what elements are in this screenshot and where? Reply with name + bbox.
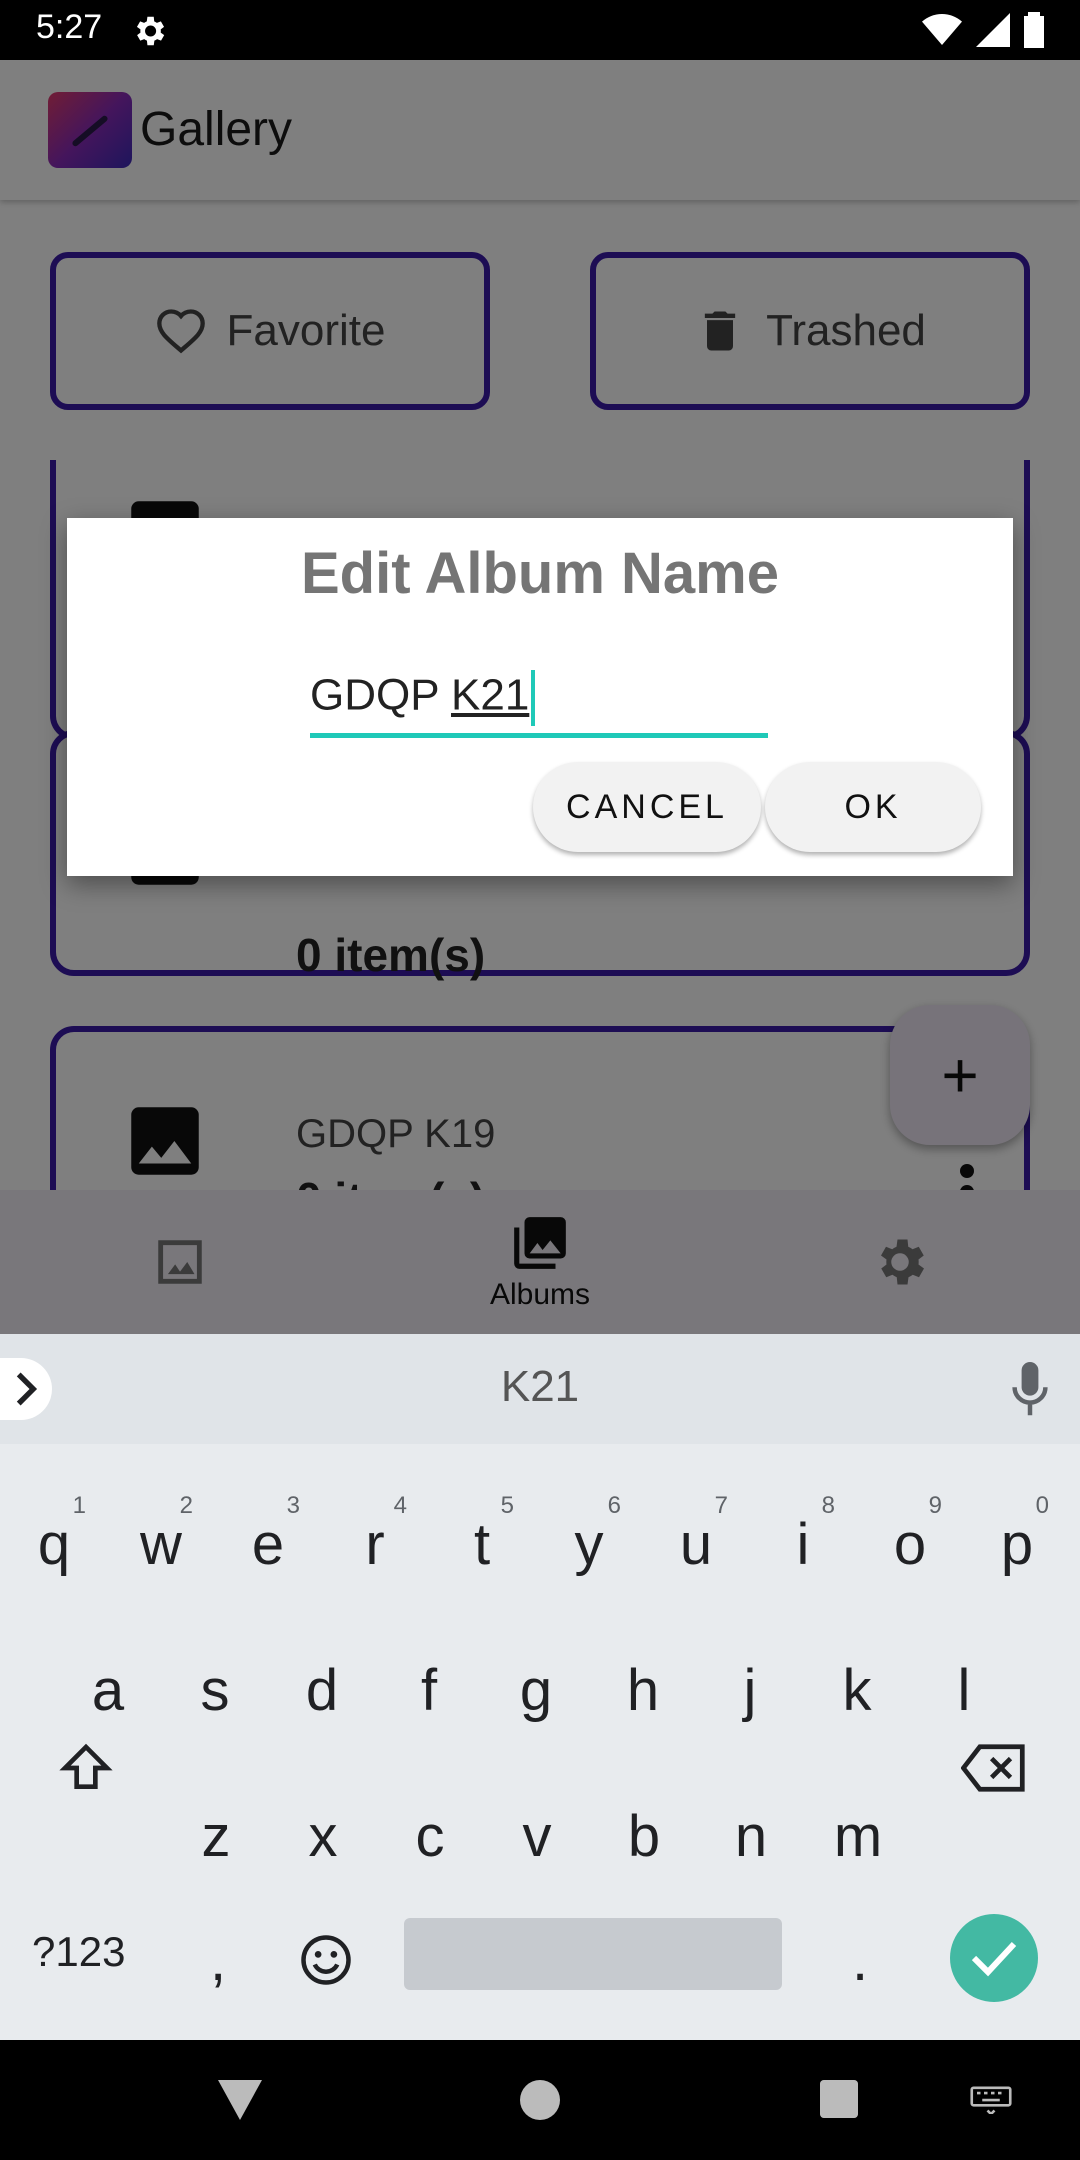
key-label: b bbox=[627, 1803, 661, 1869]
key-i[interactable]: i8 bbox=[753, 1484, 853, 1604]
key-f[interactable]: f bbox=[379, 1630, 479, 1750]
key-hint: 8 bbox=[821, 1492, 835, 1519]
key-label: j bbox=[743, 1657, 757, 1723]
text-cursor bbox=[531, 670, 536, 726]
space-key[interactable] bbox=[404, 1918, 782, 1990]
key-label: n bbox=[734, 1803, 768, 1869]
keyboard-switch-icon[interactable] bbox=[970, 2086, 1012, 2114]
key-label: g bbox=[519, 1657, 553, 1723]
microphone-icon[interactable] bbox=[1010, 1362, 1050, 1418]
key-c[interactable]: c bbox=[380, 1776, 480, 1896]
key-hint: 4 bbox=[393, 1492, 407, 1519]
input-prefix: GDQP bbox=[310, 670, 452, 720]
key-o[interactable]: o9 bbox=[860, 1484, 960, 1604]
key-label: x bbox=[308, 1803, 338, 1869]
emoji-icon bbox=[301, 1935, 351, 1985]
battery-icon bbox=[1024, 12, 1044, 48]
key-v[interactable]: v bbox=[487, 1776, 587, 1896]
key-q[interactable]: q1 bbox=[4, 1484, 104, 1604]
key-label: w bbox=[140, 1511, 182, 1577]
wifi-icon bbox=[922, 14, 962, 45]
key-d[interactable]: d bbox=[272, 1630, 372, 1750]
settings-gear-icon bbox=[136, 16, 165, 46]
key-k[interactable]: k bbox=[807, 1630, 907, 1750]
key-g[interactable]: g bbox=[486, 1630, 586, 1750]
backspace-icon bbox=[961, 1744, 1025, 1792]
key-label: u bbox=[679, 1511, 713, 1577]
signal-icon bbox=[976, 13, 1010, 47]
key-label: s bbox=[200, 1657, 230, 1723]
album-name-input[interactable]: GDQP K21 bbox=[310, 648, 768, 738]
suggestion-strip: K21 bbox=[0, 1334, 1080, 1444]
shift-key[interactable] bbox=[36, 1708, 136, 1828]
key-label: t bbox=[473, 1511, 491, 1577]
key-label: m bbox=[833, 1803, 883, 1869]
key-label: o bbox=[893, 1511, 927, 1577]
symbols-key[interactable]: ?123 bbox=[32, 1928, 125, 1976]
key-m[interactable]: m bbox=[808, 1776, 908, 1896]
key-hint: 2 bbox=[179, 1492, 193, 1519]
key-u[interactable]: u7 bbox=[646, 1484, 746, 1604]
key-hint: 9 bbox=[928, 1492, 942, 1519]
backspace-key[interactable] bbox=[944, 1708, 1044, 1828]
status-bar: 5:27 bbox=[0, 0, 1080, 60]
key-label: d bbox=[305, 1657, 339, 1723]
key-z[interactable]: z bbox=[166, 1776, 266, 1896]
ok-button[interactable]: OK bbox=[765, 762, 981, 852]
checkmark-icon bbox=[971, 1941, 1017, 1977]
system-navigation-bar bbox=[0, 2040, 1080, 2160]
key-label: h bbox=[626, 1657, 660, 1723]
key-hint: 0 bbox=[1035, 1492, 1049, 1519]
status-time: 5:27 bbox=[36, 8, 103, 46]
key-label: z bbox=[201, 1803, 231, 1869]
key-s[interactable]: s bbox=[165, 1630, 265, 1750]
key-hint: 3 bbox=[286, 1492, 300, 1519]
shift-icon bbox=[59, 1743, 113, 1789]
key-x[interactable]: x bbox=[273, 1776, 373, 1896]
emoji-key[interactable] bbox=[276, 1900, 376, 2020]
dialog-title: Edit Album Name bbox=[300, 541, 780, 606]
key-p[interactable]: p0 bbox=[967, 1484, 1067, 1604]
key-h[interactable]: h bbox=[593, 1630, 693, 1750]
home-circle-icon[interactable] bbox=[520, 2080, 560, 2120]
recents-square-icon[interactable] bbox=[820, 2080, 858, 2118]
key-j[interactable]: j bbox=[700, 1630, 800, 1750]
key-hint: 5 bbox=[500, 1492, 514, 1519]
key-label: v bbox=[522, 1803, 552, 1869]
key-label: r bbox=[365, 1511, 385, 1577]
key-label: c bbox=[415, 1803, 445, 1869]
key-r[interactable]: r4 bbox=[325, 1484, 425, 1604]
key-hint: 7 bbox=[714, 1492, 728, 1519]
status-icons bbox=[922, 12, 1044, 48]
key-b[interactable]: b bbox=[594, 1776, 694, 1896]
key-label: e bbox=[251, 1511, 285, 1577]
back-triangle-icon[interactable] bbox=[218, 2080, 262, 2120]
key-hint: 1 bbox=[72, 1492, 86, 1519]
soft-keyboard: K21 q1w2e3r4t5y6u7i8o9p0 asdfghjkl zxcvb… bbox=[0, 1334, 1080, 2040]
key-n[interactable]: n bbox=[701, 1776, 801, 1896]
key-e[interactable]: e3 bbox=[218, 1484, 318, 1604]
key-label: p bbox=[1000, 1511, 1034, 1577]
edit-album-dialog: Edit Album Name GDQP K21 CANCEL OK bbox=[67, 518, 1013, 876]
key-label: f bbox=[420, 1657, 438, 1723]
key-w[interactable]: w2 bbox=[111, 1484, 211, 1604]
key-t[interactable]: t5 bbox=[432, 1484, 532, 1604]
key-y[interactable]: y6 bbox=[539, 1484, 639, 1604]
album-name-input-text: GDQP K21 bbox=[310, 670, 536, 726]
suggestion-word[interactable]: K21 bbox=[0, 1362, 1080, 1412]
key-hint: 6 bbox=[607, 1492, 621, 1519]
key-label: k bbox=[842, 1657, 872, 1723]
key-label: y bbox=[574, 1511, 604, 1577]
key-label: q bbox=[37, 1511, 71, 1577]
comma-key[interactable]: , bbox=[168, 1900, 268, 2020]
period-key[interactable]: . bbox=[810, 1900, 910, 2020]
done-key[interactable] bbox=[950, 1914, 1038, 2002]
key-label: i bbox=[796, 1511, 810, 1577]
input-composing-text: K21 bbox=[451, 670, 530, 720]
cancel-button[interactable]: CANCEL bbox=[533, 762, 761, 852]
